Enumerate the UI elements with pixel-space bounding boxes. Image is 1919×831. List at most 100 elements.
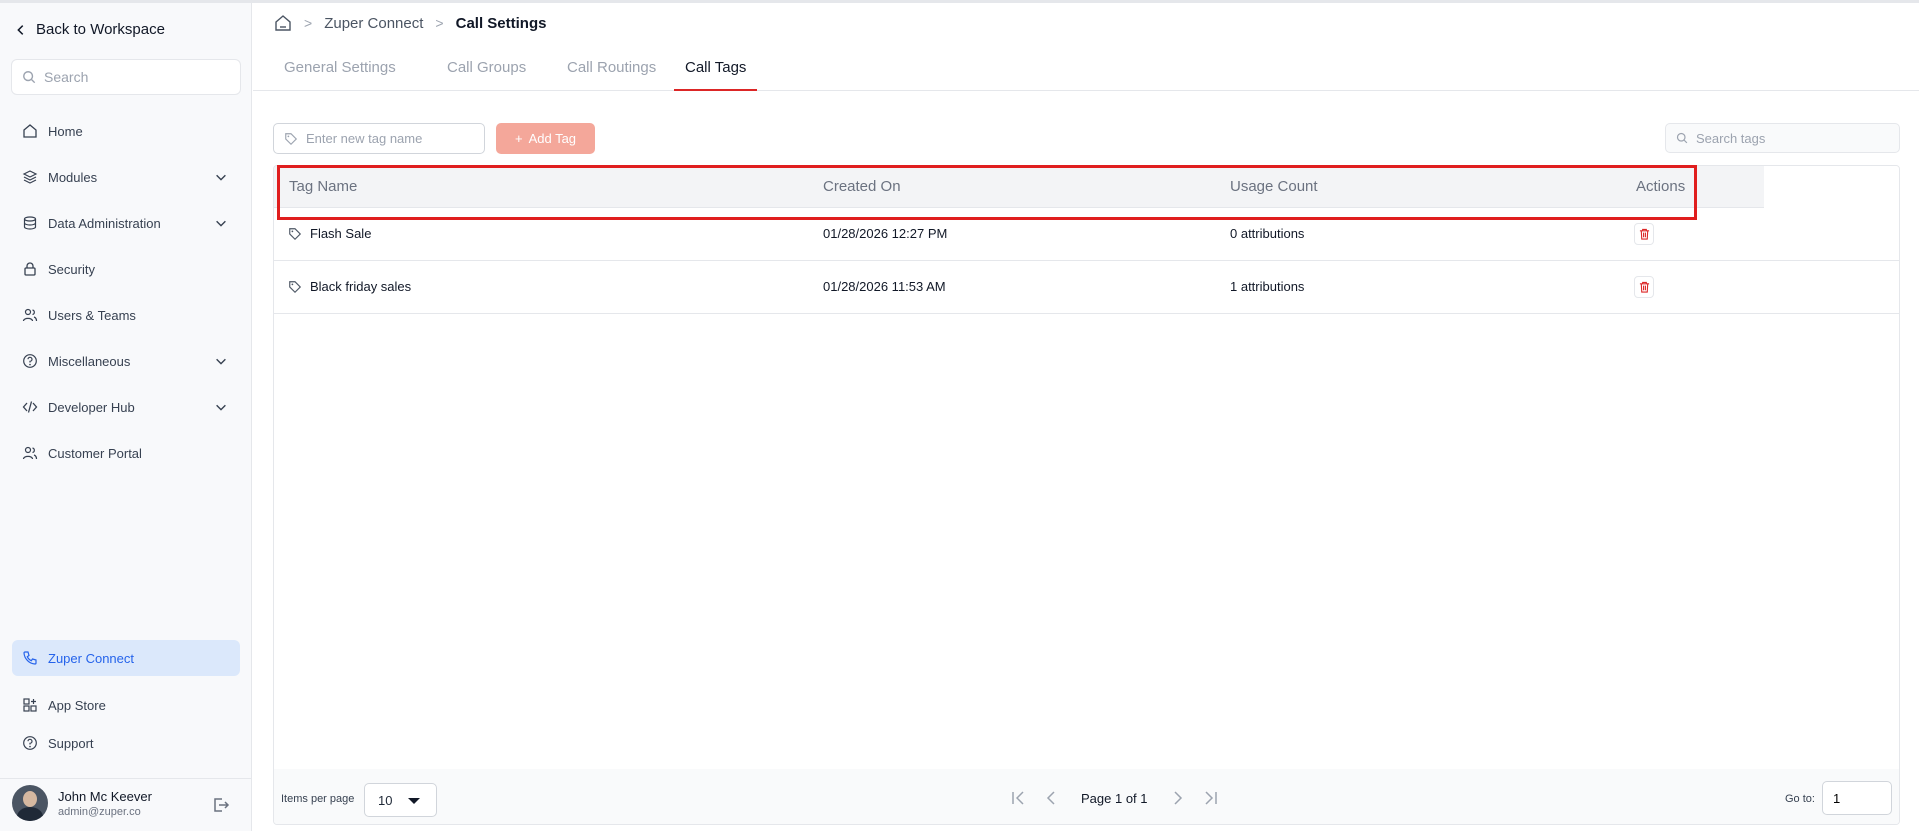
page-indicator: Page 1 of 1 bbox=[1081, 790, 1148, 806]
goto-page-input[interactable] bbox=[1822, 781, 1892, 815]
lock-icon bbox=[24, 262, 36, 276]
sidebar-divider bbox=[0, 778, 252, 779]
usage-count-cell: 0 attributions bbox=[1230, 226, 1305, 241]
sidebar-item-miscellaneous[interactable]: Miscellaneous bbox=[12, 343, 240, 379]
home-icon bbox=[23, 124, 37, 138]
sidebar-item-security[interactable]: Security bbox=[12, 251, 240, 287]
column-header-tag-name: Tag Name bbox=[289, 178, 358, 195]
goto-label: Go to: bbox=[1785, 793, 1815, 805]
tag-icon bbox=[289, 280, 302, 293]
items-per-page-label: Items per page bbox=[281, 793, 355, 805]
trash-icon bbox=[1639, 281, 1649, 293]
last-page-button[interactable] bbox=[1200, 789, 1220, 807]
next-page-button[interactable] bbox=[1168, 789, 1188, 807]
sidebar-item-customer-portal[interactable]: Customer Portal bbox=[12, 435, 240, 471]
sidebar-item-zuper-connect[interactable]: Zuper Connect bbox=[12, 640, 240, 676]
sidebar-item-label: App Store bbox=[48, 697, 106, 713]
first-page-button[interactable] bbox=[1009, 789, 1029, 807]
items-per-page-select[interactable]: 10 bbox=[364, 783, 437, 817]
breadcrumb-separator: > bbox=[435, 15, 444, 31]
sidebar-item-modules[interactable]: Modules bbox=[12, 159, 240, 195]
database-icon bbox=[23, 216, 37, 230]
sidebar-item-label: Security bbox=[48, 261, 95, 277]
new-tag-input[interactable] bbox=[306, 131, 456, 146]
sidebar-item-label: Miscellaneous bbox=[48, 353, 131, 369]
chevron-left-icon bbox=[17, 24, 24, 35]
usage-count-cell: 1 attributions bbox=[1230, 279, 1305, 294]
column-header-created-on: Created On bbox=[823, 178, 901, 195]
tab-general-settings[interactable]: General Settings bbox=[273, 59, 407, 91]
first-page-icon bbox=[1012, 791, 1024, 805]
sidebar-item-home[interactable]: Home bbox=[12, 113, 240, 149]
column-header-usage-count: Usage Count bbox=[1230, 178, 1318, 195]
delete-tag-button[interactable] bbox=[1634, 223, 1654, 245]
pagination-bar: Items per page 10 Page 1 of 1 Go to: bbox=[274, 769, 1899, 824]
sidebar-item-label: Home bbox=[48, 123, 83, 139]
phone-icon bbox=[23, 651, 37, 665]
code-icon bbox=[22, 401, 38, 413]
search-tags-field[interactable] bbox=[1665, 123, 1900, 153]
sidebar-item-app-store[interactable]: App Store bbox=[12, 687, 240, 723]
sidebar-item-data-administration[interactable]: Data Administration bbox=[12, 205, 240, 241]
tags-table: Tag Name Created On Usage Count Actions … bbox=[273, 165, 1900, 825]
delete-tag-button[interactable] bbox=[1634, 276, 1654, 298]
tag-icon bbox=[289, 227, 302, 240]
table-row: Flash Sale 01/28/2026 12:27 PM 0 attribu… bbox=[274, 208, 1899, 261]
breadcrumb-zuper-connect[interactable]: Zuper Connect bbox=[324, 15, 423, 32]
back-to-workspace-link[interactable]: Back to Workspace bbox=[14, 21, 165, 38]
user-name: John Mc Keever bbox=[58, 788, 152, 804]
sidebar-search-input[interactable] bbox=[44, 69, 224, 85]
chevron-down-icon[interactable] bbox=[214, 216, 228, 230]
plus-icon: + bbox=[514, 131, 523, 146]
new-tag-field[interactable] bbox=[273, 123, 485, 154]
logout-icon[interactable] bbox=[212, 796, 230, 814]
sidebar-item-label: Modules bbox=[48, 169, 98, 185]
sidebar: Back to Workspace Home Modules Data Admi… bbox=[0, 3, 252, 831]
tag-name-cell: Flash Sale bbox=[288, 226, 371, 241]
sidebar-item-developer-hub[interactable]: Developer Hub bbox=[12, 389, 240, 425]
chevron-right-icon bbox=[1173, 791, 1182, 805]
add-tag-label: Add Tag bbox=[528, 131, 577, 146]
sidebar-item-users-teams[interactable]: Users & Teams bbox=[12, 297, 240, 333]
top-border bbox=[0, 0, 1919, 3]
chevron-left-icon bbox=[1046, 791, 1055, 805]
search-tags-input[interactable] bbox=[1696, 130, 1846, 146]
users-icon bbox=[22, 446, 38, 460]
previous-page-button[interactable] bbox=[1041, 789, 1061, 807]
users-icon bbox=[22, 308, 38, 322]
tab-call-tags[interactable]: Call Tags bbox=[674, 59, 758, 91]
avatar bbox=[12, 785, 48, 821]
table-header: Tag Name Created On Usage Count Actions bbox=[274, 166, 1899, 208]
chevron-down-icon[interactable] bbox=[214, 354, 228, 368]
settings-tabs: General Settings Call Groups Call Routin… bbox=[253, 52, 1919, 91]
layers-icon bbox=[22, 170, 38, 184]
sidebar-item-label: Developer Hub bbox=[48, 399, 135, 415]
chevron-down-icon[interactable] bbox=[214, 400, 228, 414]
back-label: Back to Workspace bbox=[36, 21, 165, 38]
created-on-cell: 01/28/2026 12:27 PM bbox=[823, 226, 948, 241]
sidebar-item-support[interactable]: Support bbox=[12, 725, 240, 761]
sidebar-item-label: Zuper Connect bbox=[48, 650, 134, 666]
app-grid-icon bbox=[23, 698, 37, 712]
user-profile[interactable]: John Mc Keever admin@zuper.co bbox=[12, 785, 152, 821]
items-per-page-value: 10 bbox=[378, 792, 393, 808]
sidebar-item-label: Data Administration bbox=[48, 215, 161, 231]
sidebar-item-label: Customer Portal bbox=[48, 445, 142, 461]
home-icon[interactable] bbox=[274, 14, 292, 32]
table-row: Black friday sales 01/28/2026 11:53 AM 1… bbox=[274, 261, 1899, 314]
add-tag-button[interactable]: + Add Tag bbox=[496, 123, 595, 154]
sidebar-item-label: Users & Teams bbox=[48, 307, 136, 323]
breadcrumb-call-settings: Call Settings bbox=[455, 14, 547, 32]
sidebar-search[interactable] bbox=[11, 59, 241, 95]
chevron-down-icon[interactable] bbox=[214, 170, 228, 184]
tab-call-routings[interactable]: Call Routings bbox=[556, 59, 667, 91]
tag-icon bbox=[285, 132, 298, 145]
trash-icon bbox=[1639, 228, 1649, 240]
last-page-icon bbox=[1204, 791, 1217, 805]
help-circle-icon bbox=[23, 736, 37, 750]
column-header-actions: Actions bbox=[1636, 178, 1686, 195]
breadcrumb: > Zuper Connect > Call Settings bbox=[274, 14, 546, 32]
help-circle-icon bbox=[23, 354, 37, 368]
tab-call-groups[interactable]: Call Groups bbox=[436, 59, 537, 91]
created-on-cell: 01/28/2026 11:53 AM bbox=[823, 279, 946, 294]
